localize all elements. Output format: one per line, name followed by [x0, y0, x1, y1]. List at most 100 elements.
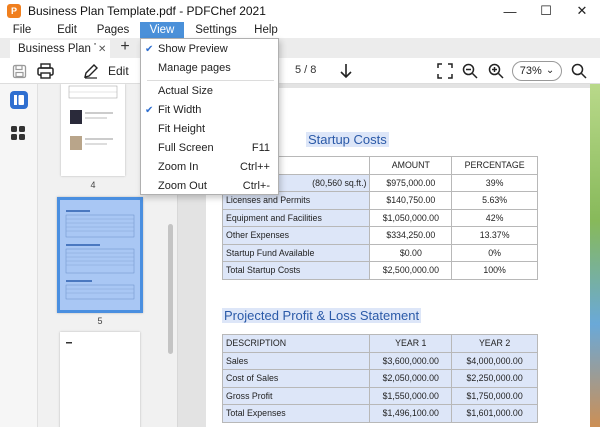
table-cell: Cost of Sales: [221, 369, 371, 388]
save-icon[interactable]: [10, 62, 28, 80]
table-row: Equipment and Facilities $1,050,000.00 4…: [221, 208, 538, 227]
menu-help[interactable]: Help: [252, 22, 280, 38]
menu-item-label: Fit Height: [158, 123, 206, 135]
menu-bar: File Edit Pages View Settings Help: [0, 22, 600, 38]
side-icon-strip: [0, 84, 38, 427]
menu-item-label: Actual Size: [158, 85, 214, 97]
edit-pen-icon[interactable]: [82, 62, 100, 80]
profit-loss-heading: Projected Profit & Loss Statement: [222, 308, 422, 323]
menu-item-label: Zoom Out: [158, 180, 207, 192]
table-header-cell: YEAR 1: [369, 334, 453, 353]
menu-item-label: Zoom In: [158, 161, 199, 173]
menu-item-label: Fit Width: [158, 104, 202, 116]
table-row: Other Expenses $334,250.00 13.37%: [221, 226, 538, 245]
table-header-row: DESCRIPTION YEAR 1 YEAR 2: [221, 334, 538, 353]
menu-view[interactable]: View: [140, 22, 184, 38]
table-row: Cost of Sales $2,050,000.00 $2,250,000.0…: [221, 369, 538, 388]
app-logo-icon: P: [7, 4, 21, 18]
table-header-cell: DESCRIPTION: [221, 334, 371, 353]
table-cell: 42%: [451, 208, 538, 227]
document-tab[interactable]: Business Plan T... ✕: [10, 38, 110, 58]
new-tab-button[interactable]: +: [117, 38, 133, 58]
page-thumbnail-4[interactable]: [61, 84, 125, 176]
table-row: Total Expenses $1,496,100.00 $1,601,000.…: [221, 404, 538, 423]
table-cell: $140,750.00: [369, 191, 453, 210]
menu-item-label: Manage pages: [158, 62, 231, 74]
table-row: Gross Profit $1,550,000.00 $1,750,000.00: [221, 386, 538, 405]
profit-loss-table: DESCRIPTION YEAR 1 YEAR 2 Sales $3,600,0…: [221, 334, 538, 423]
table-cell: $4,000,000.00: [451, 351, 538, 370]
menu-item-label: Full Screen: [158, 142, 214, 154]
menu-file[interactable]: File: [8, 22, 36, 38]
table-cell: $2,050,000.00: [369, 369, 453, 388]
desktop-background-edge: [590, 84, 600, 427]
document-tab-label: Business Plan T...: [18, 43, 96, 55]
table-cell: $1,496,100.00: [369, 404, 453, 423]
tab-bar: Business Plan T... ✕ +: [0, 38, 600, 58]
menu-item-zoom-out[interactable]: Zoom Out Ctrl+-: [141, 177, 278, 196]
next-page-arrow-icon[interactable]: [337, 62, 355, 80]
table-cell: Total Expenses: [221, 404, 371, 423]
menu-item-shortcut: Ctrl+-: [242, 180, 270, 192]
table-cell: 13.37%: [451, 226, 538, 245]
table-cell: 39%: [451, 173, 538, 192]
menu-pages[interactable]: Pages: [96, 22, 130, 38]
table-cell: $2,250,000.00: [451, 369, 538, 388]
thumbnail-scrollbar[interactable]: [168, 224, 173, 354]
table-cell: $3,600,000.00: [369, 351, 453, 370]
thumbnail-page-number: 4: [90, 180, 96, 190]
table-cell: Equipment and Facilities: [221, 208, 371, 227]
table-cell: $1,050,000.00: [369, 208, 453, 227]
menu-item-show-preview[interactable]: ✔ Show Preview: [141, 40, 278, 59]
toolbar: Edit 5 / 8 73% ⌄: [0, 58, 600, 84]
close-button[interactable]: ✕: [564, 0, 600, 22]
table-header-cell: PERCENTAGE: [451, 156, 538, 175]
checkmark-icon: ✔: [145, 44, 154, 55]
grid-view-icon[interactable]: [9, 124, 29, 144]
table-cell: $1,601,000.00: [451, 404, 538, 423]
menu-item-shortcut: Ctrl++: [240, 161, 270, 173]
tab-close-icon[interactable]: ✕: [98, 44, 106, 55]
zoom-in-icon[interactable]: [487, 62, 505, 80]
print-icon[interactable]: [36, 62, 54, 80]
minimize-button[interactable]: —: [492, 0, 528, 22]
zoom-out-icon[interactable]: [461, 62, 479, 80]
window-title: Business Plan Template.pdf - PDFChef 202…: [28, 4, 266, 18]
table-row: Startup Fund Available $0.00 0%: [221, 243, 538, 262]
menu-item-manage-pages[interactable]: Manage pages: [141, 59, 278, 78]
title-bar: P Business Plan Template.pdf - PDFChef 2…: [0, 0, 600, 22]
table-header-cell: YEAR 2: [451, 334, 538, 353]
checkmark-icon: ✔: [145, 105, 154, 116]
table-header-cell: AMOUNT: [369, 156, 453, 175]
fit-screen-icon[interactable]: [436, 62, 454, 80]
menu-item-full-screen[interactable]: Full Screen F11: [141, 139, 278, 158]
table-cell: 5.63%: [451, 191, 538, 210]
table-cell: 100%: [451, 261, 538, 280]
thumbnail-page-number: 5: [97, 316, 103, 326]
table-cell: $975,000.00: [369, 173, 453, 192]
page-thumbnail-6[interactable]: [60, 332, 140, 427]
menu-item-zoom-in[interactable]: Zoom In Ctrl++: [141, 158, 278, 177]
menu-item-fit-width[interactable]: ✔ Fit Width: [141, 101, 278, 120]
table-cell: 0%: [451, 243, 538, 262]
zoom-level-select[interactable]: 73% ⌄: [512, 61, 562, 81]
menu-edit[interactable]: Edit: [53, 22, 81, 38]
menu-item-actual-size[interactable]: Actual Size: [141, 82, 278, 101]
menu-settings[interactable]: Settings: [194, 22, 238, 38]
search-icon[interactable]: [570, 62, 588, 80]
table-cell: Total Startup Costs: [221, 261, 371, 280]
table-cell: $0.00: [369, 243, 453, 262]
table-cell: $1,550,000.00: [369, 386, 453, 405]
page-thumbnail-5[interactable]: [57, 197, 143, 313]
table-row: Sales $3,600,000.00 $4,000,000.00: [221, 351, 538, 370]
table-row: Total Startup Costs $2,500,000.00 100%: [221, 261, 538, 280]
chevron-down-icon: ⌄: [545, 65, 555, 76]
table-cell: Gross Profit: [221, 386, 371, 405]
table-cell: Startup Fund Available: [221, 243, 371, 262]
edit-button[interactable]: Edit: [108, 64, 129, 78]
table-cell: Sales: [221, 351, 371, 370]
zoom-level-value: 73%: [519, 65, 542, 77]
maximize-button[interactable]: ☐: [528, 0, 564, 22]
page-preview-panel-icon[interactable]: [9, 90, 29, 110]
menu-item-fit-height[interactable]: Fit Height: [141, 120, 278, 139]
